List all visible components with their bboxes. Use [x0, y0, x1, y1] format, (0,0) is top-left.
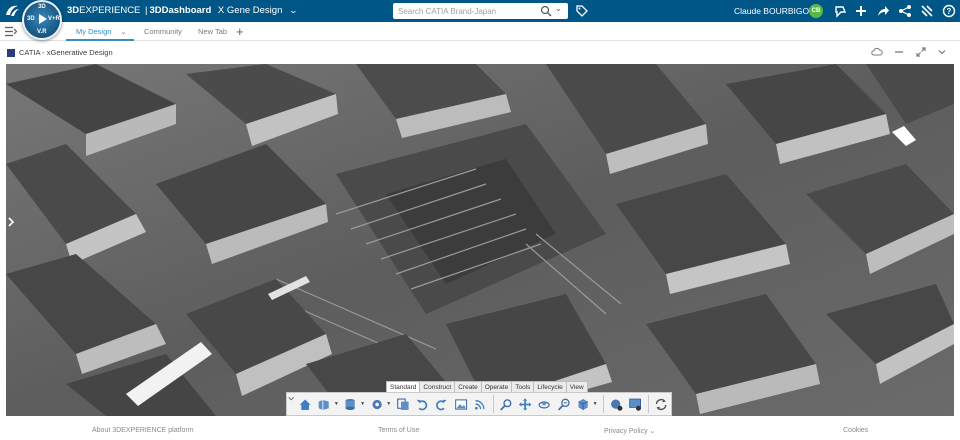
- brand-3d: 3D: [67, 5, 80, 16]
- messages-icon[interactable]: [833, 4, 847, 18]
- image-icon[interactable]: [454, 396, 468, 413]
- sidebar-toggle-icon[interactable]: [5, 26, 17, 37]
- cloud-icon[interactable]: [871, 46, 883, 58]
- open-dropdown-icon[interactable]: ▼: [334, 401, 339, 407]
- rotate-icon[interactable]: [537, 396, 551, 413]
- dashboard-chevron-icon[interactable]: ⌄: [289, 6, 298, 15]
- render-icon[interactable]: [609, 396, 623, 413]
- dassault-logo-icon[interactable]: [4, 3, 20, 19]
- toolbar-tab-operate[interactable]: Operate: [480, 381, 513, 392]
- brand-separator: |: [145, 5, 148, 16]
- add-tab-icon[interactable]: +: [236, 24, 244, 39]
- user-name[interactable]: Claude BOURBIGOT: [734, 6, 814, 16]
- add-icon[interactable]: [854, 4, 868, 18]
- toolbar-tab-standard[interactable]: Standard: [386, 381, 421, 392]
- compass-top: 3D: [38, 4, 46, 10]
- toolbar-separator: [602, 395, 604, 413]
- collapse-toolbar-icon[interactable]: [287, 392, 295, 416]
- compass-widget[interactable]: 3D 3D V+R V.R: [22, 0, 62, 40]
- toolbar-tab-lifecycle[interactable]: Lifecycle: [533, 381, 567, 392]
- settings-dropdown-icon[interactable]: ▼: [386, 401, 391, 407]
- tab-new-tab[interactable]: New Tab: [198, 22, 227, 41]
- widget-title: CATIA - xGenerative Design: [19, 48, 113, 57]
- generative-maze-render: [6, 64, 954, 416]
- redo-icon[interactable]: [434, 396, 448, 413]
- chevron-down-icon[interactable]: [936, 46, 948, 58]
- 3d-viewport[interactable]: [6, 64, 954, 416]
- toolbar-tab-tools[interactable]: Tools: [511, 381, 535, 392]
- dashboard-tab-bar: My Design ⌄ Community New Tab +: [0, 22, 960, 41]
- expand-left-panel-icon[interactable]: [6, 215, 16, 229]
- cube-view-dropdown-icon[interactable]: ▼: [593, 401, 598, 407]
- minimize-icon[interactable]: [893, 46, 905, 58]
- zoom-area-icon[interactable]: [557, 396, 571, 413]
- open-icon[interactable]: [317, 396, 331, 413]
- network-share-icon[interactable]: [898, 4, 912, 18]
- compass-left: 3D: [27, 16, 35, 22]
- save-icon[interactable]: [343, 396, 357, 413]
- tab-label: My Design: [76, 27, 112, 36]
- pan-icon[interactable]: [518, 396, 532, 413]
- feed-icon[interactable]: [473, 396, 487, 413]
- tab-label: Community: [144, 27, 182, 36]
- svg-text:?: ?: [947, 7, 952, 16]
- tab-label: New Tab: [198, 27, 228, 36]
- platform-brand: 3DEXPERIENCE | 3DDashboard X Gene Design …: [67, 5, 298, 16]
- tag-icon[interactable]: [575, 4, 589, 18]
- search-options-chevron-icon[interactable]: ⌄: [555, 4, 562, 13]
- user-avatar[interactable]: CB: [809, 4, 823, 18]
- compass-bottom: V.R: [37, 29, 47, 35]
- widget-header: [0, 42, 960, 64]
- zoom-icon[interactable]: [499, 396, 513, 413]
- search-icon[interactable]: [540, 5, 552, 17]
- toolbar-tab-create[interactable]: Create: [454, 381, 482, 392]
- action-bar-tabs: Standard Construct Create Operate Tools …: [386, 381, 588, 392]
- search-box: ⌄: [393, 3, 568, 19]
- toolbar-tab-construct[interactable]: Construct: [419, 381, 456, 392]
- footer-link-terms[interactable]: Terms of Use: [378, 427, 419, 434]
- sync-icon[interactable]: [654, 396, 668, 413]
- toolbar-separator: [647, 395, 649, 413]
- share-arrow-icon[interactable]: [876, 4, 890, 18]
- footer-link-privacy[interactable]: Privacy Policy ⌄: [604, 427, 655, 435]
- dashboard-name[interactable]: X Gene Design: [218, 5, 282, 16]
- app-name: 3DDashboard: [149, 5, 212, 16]
- footer-link-cookies[interactable]: Cookies: [843, 427, 868, 434]
- home-icon[interactable]: [298, 396, 312, 413]
- catia-app-icon: [7, 49, 15, 57]
- footer-link-about[interactable]: About 3DEXPERIENCE platform: [92, 427, 194, 434]
- action-bar: ▼ ▼ ▼ ▼: [286, 392, 672, 416]
- toolbar-separator: [492, 395, 494, 413]
- search-input[interactable]: [393, 4, 533, 18]
- copy-icon[interactable]: [396, 396, 410, 413]
- footer-link-privacy-label: Privacy Policy: [604, 428, 648, 435]
- tab-chevron-down-icon[interactable]: ⌄: [120, 29, 126, 36]
- help-icon[interactable]: ?: [942, 4, 956, 18]
- toolbar-tab-view[interactable]: View: [565, 381, 588, 392]
- tab-community[interactable]: Community: [144, 22, 182, 41]
- capture-icon[interactable]: [628, 396, 642, 413]
- expand-icon[interactable]: [915, 46, 927, 58]
- settings-icon[interactable]: [370, 396, 384, 413]
- footer: About 3DEXPERIENCE platform Terms of Use…: [0, 422, 960, 440]
- undo-icon[interactable]: [415, 396, 429, 413]
- apps-icon[interactable]: [920, 4, 934, 18]
- compass-play-icon: [39, 14, 47, 24]
- cube-view-icon[interactable]: [576, 396, 590, 413]
- privacy-chevron-down-icon: ⌄: [649, 428, 656, 435]
- tab-my-design[interactable]: My Design ⌄: [66, 22, 134, 41]
- save-dropdown-icon[interactable]: ▼: [360, 401, 365, 407]
- compass-right: V+R: [48, 16, 60, 22]
- brand-experience: EXPERIENCE: [79, 5, 141, 16]
- top-bar: 3D 3D V+R V.R 3DEXPERIENCE | 3DDashboard …: [0, 0, 960, 40]
